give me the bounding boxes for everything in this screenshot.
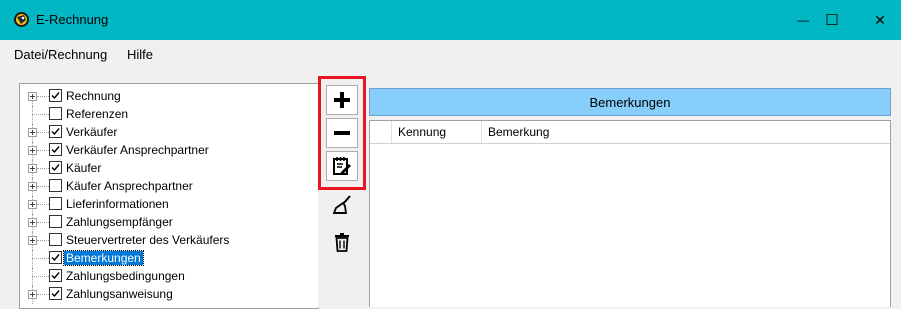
section-tree[interactable]: Rechnung Referenzen Verkäufer Verkäufer … [19, 83, 319, 309]
tree-item-zahlungsbedingungen[interactable]: Zahlungsbedingungen [20, 268, 318, 286]
tree-item-verkaeufer-ansprechpartner[interactable]: Verkäufer Ansprechpartner [20, 142, 318, 160]
row-header-cell [370, 121, 392, 143]
tree-item-label: Verkäufer [66, 125, 118, 139]
checkbox-unchecked[interactable] [49, 215, 62, 228]
menu-hilfe[interactable]: Hilfe [127, 47, 153, 62]
tree-item-label: Rechnung [66, 89, 121, 103]
tree-item-label: Zahlungsempfänger [66, 215, 173, 229]
maximize-icon: ☐ [825, 12, 839, 29]
section-title: Bemerkungen [589, 94, 671, 110]
checkbox-checked[interactable] [49, 89, 62, 102]
checkbox-unchecked[interactable] [49, 107, 62, 120]
tree-item-steuervertreter[interactable]: Steuervertreter des Verkäufers [20, 232, 318, 250]
tree-item-label: Verkäufer Ansprechpartner [66, 143, 209, 157]
expand-icon[interactable] [28, 146, 37, 155]
trash-icon [335, 233, 349, 252]
grid-header: Kennung Bemerkung [370, 121, 890, 144]
tree-item-rechnung[interactable]: Rechnung [20, 88, 318, 106]
expand-icon[interactable] [28, 218, 37, 227]
bemerkungen-grid[interactable]: Kennung Bemerkung [369, 120, 891, 307]
highlight-box [318, 76, 366, 190]
expand-icon[interactable] [28, 236, 37, 245]
title-bar: E-Rechnung — ☐ ✕ [0, 0, 901, 40]
tree-item-zahlungsempfaenger[interactable]: Zahlungsempfänger [20, 214, 318, 232]
expand-icon[interactable] [28, 200, 37, 209]
close-icon: ✕ [874, 11, 886, 28]
checkbox-checked[interactable] [49, 287, 62, 300]
expand-icon[interactable] [28, 182, 37, 191]
tree-item-label: Zahlungsbedingungen [66, 269, 185, 283]
app-logo-icon [14, 12, 29, 27]
tree-item-zahlungsanweisung[interactable]: Zahlungsanweisung [20, 286, 318, 304]
menu-datei-rechnung[interactable]: Datei/Rechnung [14, 47, 107, 62]
tree-item-label: Referenzen [66, 107, 129, 121]
expand-icon[interactable] [28, 290, 37, 299]
section-header: Bemerkungen [369, 88, 891, 116]
minimize-icon: — [797, 13, 809, 27]
tree-item-label: Käufer Ansprechpartner [66, 179, 193, 193]
checkbox-checked[interactable] [49, 143, 62, 156]
tree-item-bemerkungen[interactable]: Bemerkungen [20, 250, 318, 268]
tree-item-kaeufer-ansprechpartner[interactable]: Käufer Ansprechpartner [20, 178, 318, 196]
tree-item-lieferinformationen[interactable]: Lieferinformationen [20, 196, 318, 214]
expand-icon[interactable] [28, 128, 37, 137]
tree-item-label: Lieferinformationen [66, 197, 169, 211]
maximize-button[interactable]: ☐ [809, 0, 855, 40]
expand-icon[interactable] [28, 92, 37, 101]
checkbox-unchecked[interactable] [49, 179, 62, 192]
tree-item-label: Steuervertreter des Verkäufers [66, 233, 230, 247]
tree-item-label: Zahlungsanweisung [66, 287, 173, 301]
checkbox-checked[interactable] [49, 125, 62, 138]
tree-item-label: Käufer [66, 161, 102, 175]
tree-item-label: Bemerkungen [63, 250, 144, 266]
column-header-kennung[interactable]: Kennung [392, 121, 482, 143]
checkbox-unchecked[interactable] [49, 233, 62, 246]
bemerkungen-panel: Bemerkungen Kennung Bemerkung [369, 88, 891, 307]
checkbox-unchecked[interactable] [49, 197, 62, 210]
broom-icon [332, 195, 351, 214]
delete-button[interactable] [326, 227, 358, 257]
checkbox-checked[interactable] [49, 269, 62, 282]
tree-item-referenzen[interactable]: Referenzen [20, 106, 318, 124]
expand-icon[interactable] [28, 164, 37, 173]
tree-item-verkaeufer[interactable]: Verkäufer [20, 124, 318, 142]
clear-button[interactable] [326, 190, 358, 220]
window-title: E-Rechnung [36, 12, 109, 27]
tree-item-kaeufer[interactable]: Käufer [20, 160, 318, 178]
column-header-bemerkung[interactable]: Bemerkung [482, 121, 890, 143]
close-button[interactable]: ✕ [857, 0, 901, 40]
checkbox-checked[interactable] [49, 161, 62, 174]
checkbox-checked[interactable] [49, 251, 62, 264]
